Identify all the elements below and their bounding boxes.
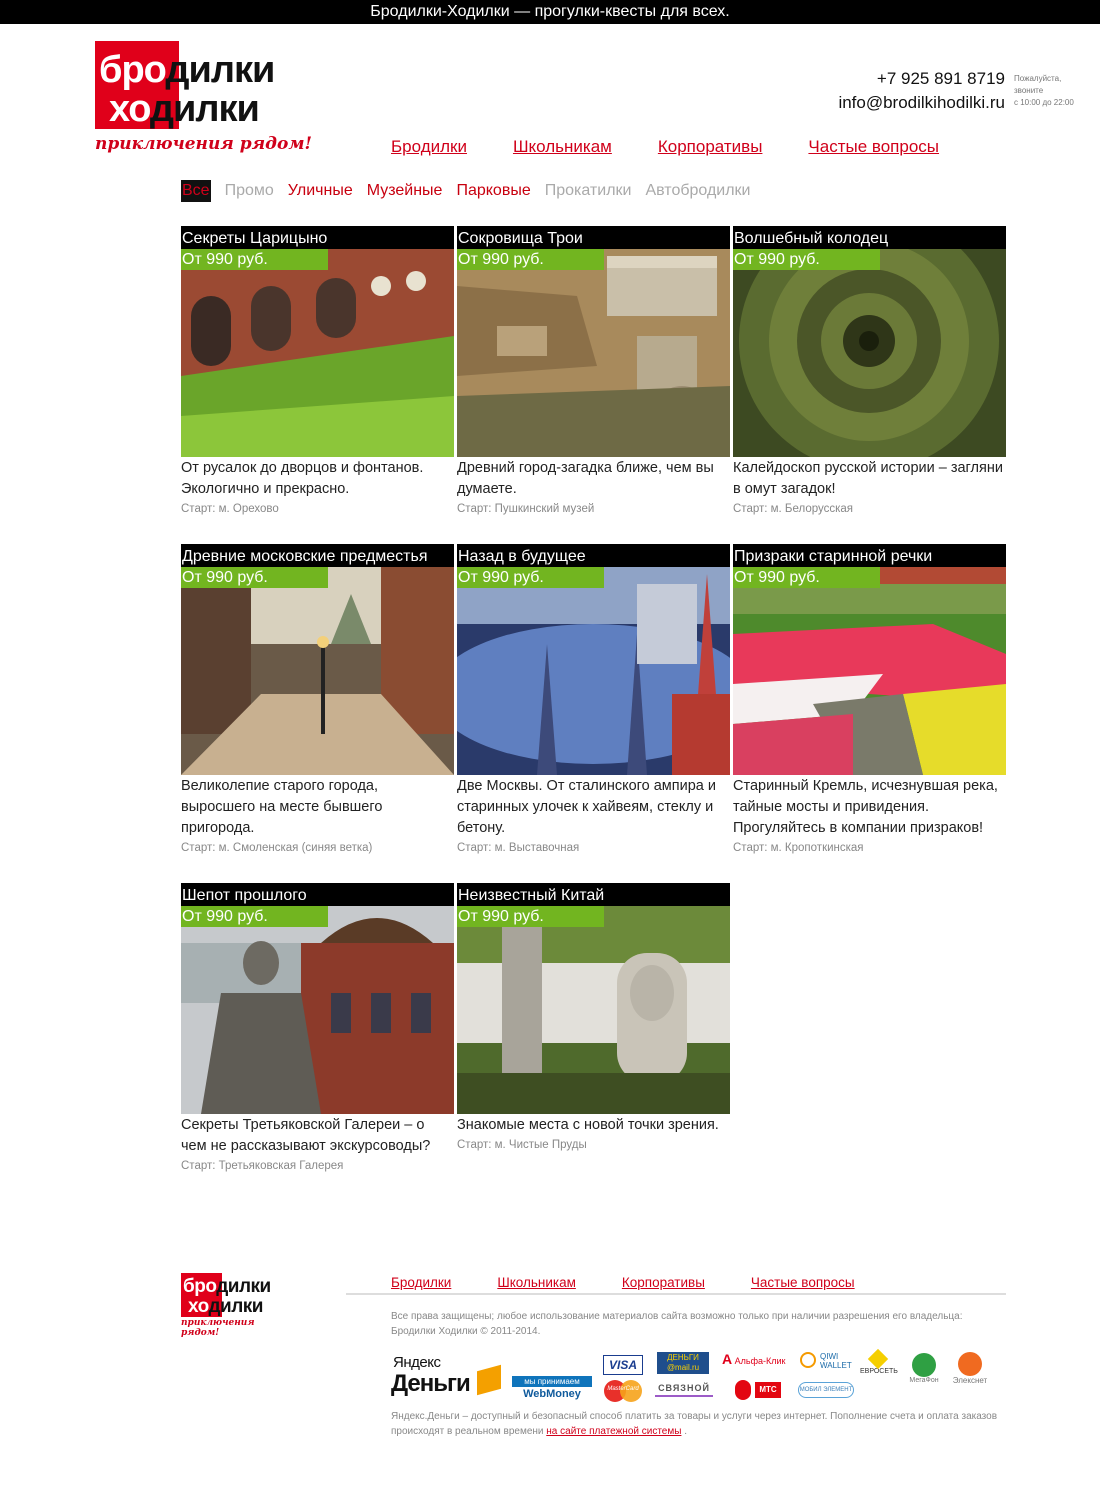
- quest-description: Древний город-загадка ближе, чем вы дума…: [457, 460, 714, 497]
- footer-link-corporate[interactable]: Корпоративы: [622, 1275, 705, 1290]
- quest-price: От 990 руб.: [733, 249, 880, 270]
- quest-start: Старт: м. Орехово: [181, 503, 279, 515]
- filter-all[interactable]: Все: [181, 180, 211, 202]
- quest-price: От 990 руб.: [181, 906, 328, 927]
- qiwi-wallet-logo: QIWI WALLET: [800, 1350, 856, 1372]
- quest-description: От русалок до дворцов и фонтанов. Эколог…: [181, 460, 424, 497]
- quest-start: Старт: м. Смоленская (синяя ветка): [181, 842, 373, 854]
- footer-logo-tagline: приключения рядом!: [181, 1318, 255, 1338]
- quest-card[interactable]: Шепот прошлого От 990 руб. Секреты Треть…: [181, 883, 454, 1172]
- quest-description: Калейдоскоп русской истории – загляни в …: [733, 460, 1003, 497]
- copyright-text: Все права защищены; любое использование …: [391, 1311, 963, 1337]
- email-address[interactable]: info@brodilkihodilki.ru: [838, 91, 1005, 115]
- quest-photo[interactable]: Назад в будущее От 990 руб.: [457, 544, 730, 775]
- quest-card[interactable]: Неизвестный Китай От 990 руб. Знакомые м…: [457, 883, 730, 1151]
- quest-start: Старт: м. Белорусская: [733, 503, 854, 515]
- quest-title[interactable]: Назад в будущее: [457, 544, 730, 567]
- footer-link-faq[interactable]: Частые вопросы: [751, 1275, 855, 1290]
- payment-note: Яндекс.Деньги – доступный и безопасный с…: [391, 1411, 998, 1437]
- footer-link-schoolkids[interactable]: Школьникам: [497, 1275, 576, 1290]
- quest-title[interactable]: Секреты Царицыно: [181, 226, 454, 249]
- quest-price: От 990 руб.: [457, 567, 604, 588]
- quest-price: От 990 руб.: [457, 906, 604, 927]
- quest-photo[interactable]: Призраки старинной речки От 990 руб.: [733, 544, 1006, 775]
- filter-rides[interactable]: Прокатилки: [545, 180, 632, 202]
- footer-logo-line-2: ходилки: [188, 1296, 263, 1317]
- quest-price: От 990 руб.: [733, 567, 880, 588]
- main-nav: Бродилки Школьникам Корпоративы Частые в…: [391, 137, 939, 157]
- nav-link-faq[interactable]: Частые вопросы: [808, 137, 939, 157]
- quest-photo[interactable]: Сокровища Трои От 990 руб.: [457, 226, 730, 457]
- footer-divider: [346, 1293, 1006, 1295]
- nav-link-brodilki[interactable]: Бродилки: [391, 137, 467, 157]
- quest-start: Старт: м. Кропоткинская: [733, 842, 864, 854]
- quest-description: Две Москвы. От сталинского ампира и стар…: [457, 778, 716, 836]
- call-hours-note: Пожалуйста, звоните с 10:00 до 22:00: [1014, 74, 1074, 107]
- logo-line-2: ходилки: [109, 88, 260, 130]
- quest-card[interactable]: Назад в будущее От 990 руб. Две Москвы. …: [457, 544, 730, 854]
- filter-auto[interactable]: Автобродилки: [645, 180, 750, 202]
- quest-start: Старт: Пушкинский музей: [457, 503, 595, 515]
- mobil-element-logo: МОБИЛ ЭЛЕМЕНТ: [798, 1382, 854, 1398]
- quest-photo[interactable]: Волшебный колодец От 990 руб.: [733, 226, 1006, 457]
- filter-museum[interactable]: Музейные: [367, 180, 443, 202]
- svyaznoy-logo: СВЯЗНОЙ: [655, 1383, 713, 1397]
- footer-nav: Бродилки Школьникам Корпоративы Частые в…: [391, 1275, 855, 1290]
- quest-card[interactable]: Секреты Царицыно От 990 руб. От русалок …: [181, 226, 454, 515]
- quest-start: Старт: Третьяковская Галерея: [181, 1160, 344, 1172]
- logo-tagline: приключения рядом!: [95, 134, 312, 154]
- quest-title[interactable]: Сокровища Трои: [457, 226, 730, 249]
- quest-title[interactable]: Шепот прошлого: [181, 883, 454, 906]
- contact-block: +7 925 891 8719 info@brodilkihodilki.ru: [838, 67, 1005, 115]
- quest-photo[interactable]: Шепот прошлого От 990 руб.: [181, 883, 454, 1114]
- mastercard-logo: MasterCard: [604, 1380, 642, 1402]
- quest-start: Старт: м. Чистые Пруды: [457, 1139, 587, 1151]
- quest-title[interactable]: Неизвестный Китай: [457, 883, 730, 906]
- quest-start: Старт: м. Выставочная: [457, 842, 580, 854]
- quest-title[interactable]: Волшебный колодец: [733, 226, 1006, 249]
- quest-photo[interactable]: Древние московские предместья От 990 руб…: [181, 544, 454, 775]
- megafon-logo: МегаФон: [905, 1353, 943, 1387]
- site-logo[interactable]: бродилки ходилки приключения рядом!: [95, 41, 320, 161]
- quest-card[interactable]: Призраки старинной речки От 990 руб. Ста…: [733, 544, 1006, 854]
- quest-title[interactable]: Призраки старинной речки: [733, 544, 1006, 567]
- logo-line-1: бродилки: [99, 49, 275, 91]
- footer-link-brodilki[interactable]: Бродилки: [391, 1275, 451, 1290]
- webmoney-logo: мы принимаем WebMoney: [512, 1376, 592, 1404]
- elexnet-logo: Элекснет: [950, 1352, 990, 1386]
- quest-description: Знакомые места с новой точки зрения.: [457, 1117, 719, 1133]
- payment-system-link[interactable]: на сайте платежной системы: [546, 1426, 681, 1437]
- quest-price: От 990 руб.: [457, 249, 604, 270]
- quest-photo[interactable]: Неизвестный Китай От 990 руб.: [457, 883, 730, 1114]
- nav-link-corporate[interactable]: Корпоративы: [658, 137, 763, 157]
- yandex-money-logo[interactable]: Яндекс Деньги: [391, 1352, 506, 1402]
- quest-price: От 990 руб.: [181, 249, 328, 270]
- mts-logo: МТС: [735, 1380, 781, 1400]
- filter-park[interactable]: Парковые: [456, 180, 530, 202]
- quest-description: Секреты Третьяковской Галереи – о чем не…: [181, 1117, 431, 1154]
- quest-description: Великолепие старого города, выросшего на…: [181, 778, 383, 836]
- quest-title[interactable]: Древние московские предместья: [181, 544, 454, 567]
- category-filters: Все Промо Уличные Музейные Парковые Прок…: [181, 180, 751, 202]
- quest-card[interactable]: Волшебный колодец От 990 руб. Калейдоско…: [733, 226, 1006, 515]
- footer-logo-line-1: бродилки: [183, 1276, 271, 1297]
- top-banner: Бродилки-Ходилки — прогулки-квесты для в…: [0, 0, 1100, 24]
- nav-link-schoolkids[interactable]: Школьникам: [513, 137, 612, 157]
- filter-street[interactable]: Уличные: [288, 180, 353, 202]
- quest-photo[interactable]: Секреты Царицыно От 990 руб.: [181, 226, 454, 457]
- visa-logo: VISA: [603, 1355, 643, 1375]
- quest-card[interactable]: Сокровища Трои От 990 руб. Древний город…: [457, 226, 730, 515]
- phone-number[interactable]: +7 925 891 8719: [838, 67, 1005, 91]
- quest-price: От 990 руб.: [181, 567, 328, 588]
- dengi-mail-logo: ДЕНЬГИ @mail.ru: [657, 1352, 709, 1374]
- alfa-click-logo: А Альфа-Клик: [722, 1351, 786, 1367]
- evroset-logo: ЕВРОСЕТЬ: [860, 1348, 898, 1380]
- quest-description: Старинный Кремль, исчезнувшая река, тайн…: [733, 778, 998, 836]
- quest-card[interactable]: Древние московские предместья От 990 руб…: [181, 544, 454, 854]
- footer-logo[interactable]: бродилки ходилки приключения рядом!: [181, 1273, 293, 1338]
- filter-promo[interactable]: Промо: [225, 180, 274, 202]
